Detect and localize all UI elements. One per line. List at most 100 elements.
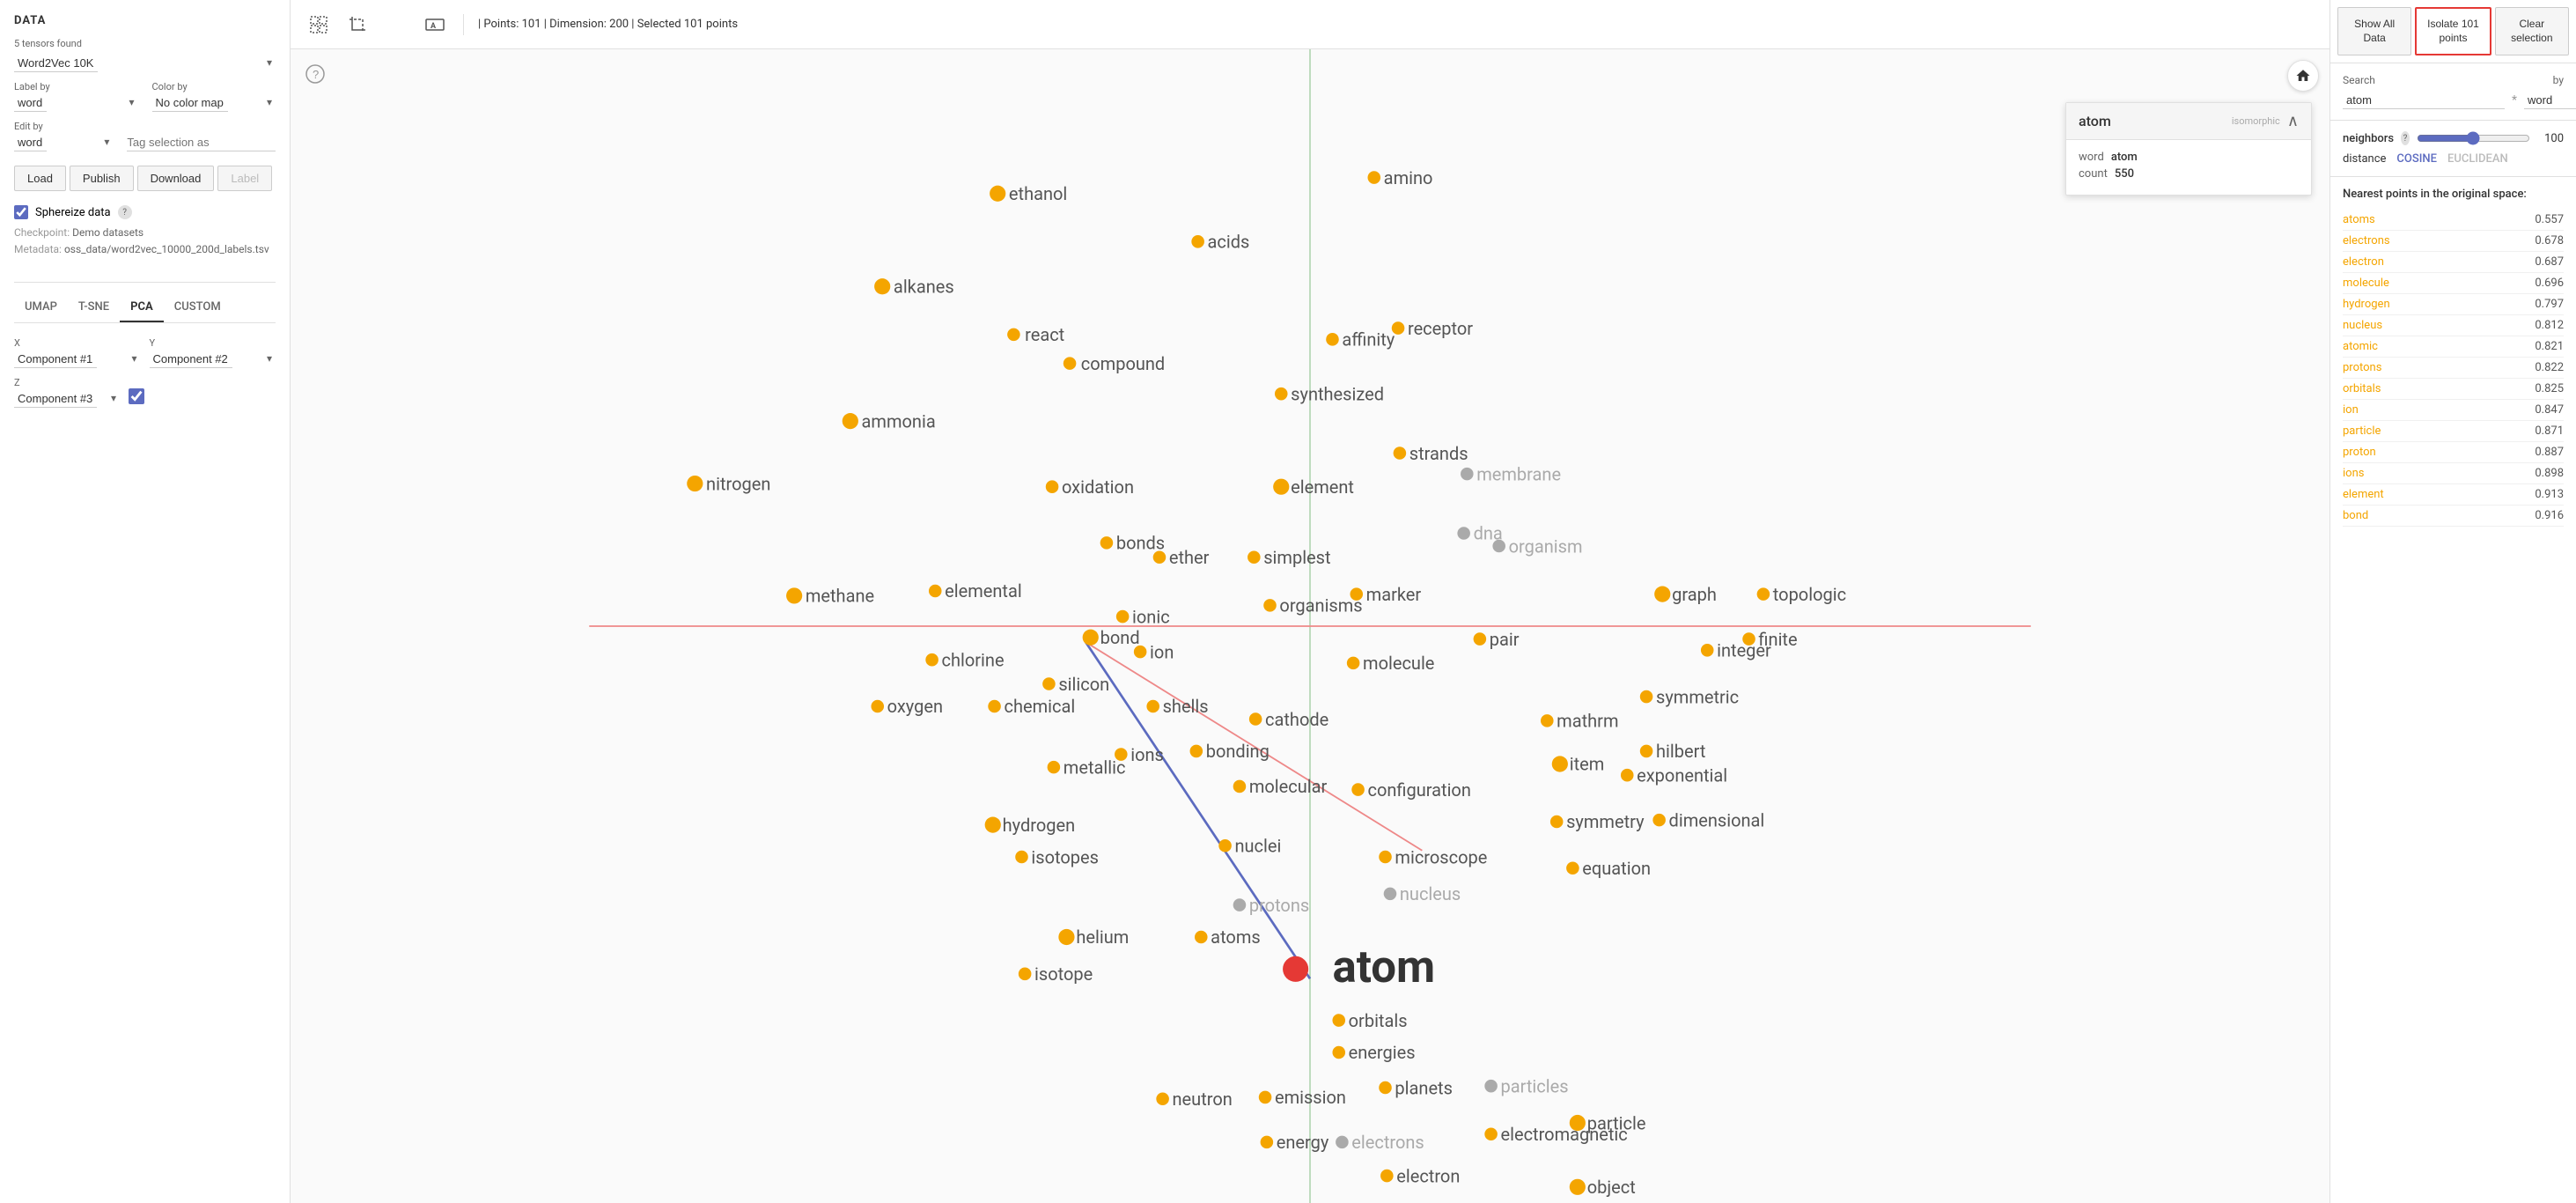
info-popup-close-button[interactable]: ∧	[2287, 112, 2299, 130]
isolate-button[interactable]: Isolate 101points	[2415, 7, 2491, 55]
point[interactable]	[1249, 712, 1262, 726]
point[interactable]	[1654, 587, 1670, 602]
point[interactable]	[1701, 644, 1714, 657]
tab-custom[interactable]: CUSTOM	[164, 293, 232, 322]
point[interactable]	[843, 413, 858, 429]
point[interactable]	[1263, 599, 1277, 612]
tab-pca[interactable]: PCA	[120, 293, 164, 322]
y-axis-select[interactable]: Component #2	[150, 351, 232, 368]
neighbors-slider[interactable]	[2417, 131, 2530, 145]
selection-icon[interactable]	[305, 11, 333, 39]
point[interactable]	[1007, 328, 1020, 342]
dataset-select[interactable]: Word2Vec 10K Word2Vec 5K MNIST	[14, 55, 98, 72]
home-button[interactable]	[2287, 60, 2319, 92]
labels-icon[interactable]: A	[421, 11, 449, 39]
night-mode-icon[interactable]	[382, 11, 410, 39]
point[interactable]	[1048, 761, 1061, 774]
point[interactable]	[1332, 1046, 1345, 1059]
point[interactable]	[1541, 714, 1554, 727]
nearest-list-item[interactable]: orbitals0.825	[2343, 379, 2564, 400]
z-axis-select[interactable]: Component #3	[14, 390, 97, 408]
point[interactable]	[1156, 1092, 1169, 1105]
nearest-list-item[interactable]: ion0.847	[2343, 400, 2564, 421]
point[interactable]	[1652, 814, 1666, 827]
tag-selection-input[interactable]	[127, 134, 276, 151]
edit-by-select[interactable]: word	[14, 134, 47, 151]
nearest-list-item[interactable]: element0.913	[2343, 484, 2564, 506]
point[interactable]	[1134, 646, 1147, 659]
distance-cosine[interactable]: COSINE	[2396, 152, 2437, 166]
point[interactable]	[1379, 851, 1392, 864]
distance-euclidean[interactable]: EUCLIDEAN	[2447, 152, 2508, 166]
point[interactable]	[1248, 550, 1261, 564]
point[interactable]	[985, 817, 1001, 833]
nearest-list-item[interactable]: atoms0.557	[2343, 210, 2564, 231]
point[interactable]	[1570, 1179, 1586, 1195]
point[interactable]	[1100, 536, 1114, 550]
nearest-list-item[interactable]: nucleus0.812	[2343, 315, 2564, 336]
sphereize-checkbox[interactable]	[14, 205, 28, 219]
point[interactable]	[1195, 931, 1208, 944]
nearest-list-item[interactable]: electron0.687	[2343, 252, 2564, 273]
point[interactable]	[1640, 745, 1653, 758]
neighbors-help-icon[interactable]: ?	[2401, 131, 2410, 145]
point[interactable]	[1146, 700, 1159, 713]
point[interactable]	[1273, 479, 1289, 495]
load-button[interactable]: Load	[14, 166, 66, 191]
nearest-list-item[interactable]: atomic0.821	[2343, 336, 2564, 358]
point[interactable]	[1083, 630, 1099, 646]
point[interactable]	[1552, 756, 1568, 771]
help-button[interactable]: ?	[301, 60, 329, 88]
point[interactable]	[1379, 1081, 1392, 1095]
point[interactable]	[786, 587, 802, 603]
color-by-select[interactable]: No color map	[152, 94, 228, 112]
scatter-group[interactable]: ethanol acids amino alkanes react compou…	[687, 167, 1846, 1203]
search-input[interactable]	[2343, 92, 2505, 109]
nearest-list-item[interactable]: protons0.822	[2343, 358, 2564, 379]
label-by-select[interactable]: word	[14, 94, 47, 112]
point[interactable]	[1457, 527, 1470, 540]
nearest-list-item[interactable]: particle0.871	[2343, 421, 2564, 442]
x-axis-select[interactable]: Component #1	[14, 351, 97, 368]
point[interactable]	[1233, 898, 1247, 911]
point[interactable]	[1042, 677, 1056, 690]
point[interactable]	[1351, 783, 1365, 796]
point[interactable]	[1233, 780, 1247, 793]
z-checkbox[interactable]	[129, 388, 144, 404]
point[interactable]	[1368, 171, 1381, 184]
point[interactable]	[1392, 321, 1405, 335]
clear-selection-button[interactable]: Clearselection	[2495, 7, 2569, 55]
point[interactable]	[1190, 745, 1203, 758]
tab-tsne[interactable]: T-SNE	[68, 293, 120, 322]
point[interactable]	[1742, 632, 1755, 646]
nearest-list-item[interactable]: electrons0.678	[2343, 231, 2564, 252]
atom-point[interactable]	[1283, 956, 1308, 982]
download-button[interactable]: Download	[137, 166, 215, 191]
point[interactable]	[1621, 769, 1634, 782]
point[interactable]	[1015, 851, 1028, 864]
point[interactable]	[1484, 1080, 1498, 1093]
point[interactable]	[1380, 1170, 1394, 1183]
point[interactable]	[990, 186, 1005, 202]
point[interactable]	[1116, 610, 1130, 624]
point[interactable]	[1492, 540, 1505, 553]
point[interactable]	[1350, 587, 1363, 601]
nearest-list-item[interactable]: hydrogen0.797	[2343, 294, 2564, 315]
point[interactable]	[874, 278, 890, 294]
point[interactable]	[1474, 632, 1487, 646]
show-all-data-button[interactable]: Show AllData	[2337, 7, 2411, 55]
point[interactable]	[1394, 447, 1407, 460]
point[interactable]	[1326, 333, 1339, 346]
point[interactable]	[1384, 888, 1397, 901]
point[interactable]	[929, 585, 942, 598]
label-button[interactable]: Label	[217, 166, 272, 191]
point[interactable]	[1484, 1127, 1498, 1140]
point[interactable]	[1259, 1091, 1272, 1104]
crop-icon[interactable]	[343, 11, 372, 39]
nearest-list-item[interactable]: ions0.898	[2343, 463, 2564, 484]
point[interactable]	[988, 700, 1001, 713]
point[interactable]	[1064, 357, 1077, 370]
point[interactable]	[1191, 235, 1204, 248]
point[interactable]	[1461, 468, 1474, 481]
point[interactable]	[687, 476, 703, 491]
